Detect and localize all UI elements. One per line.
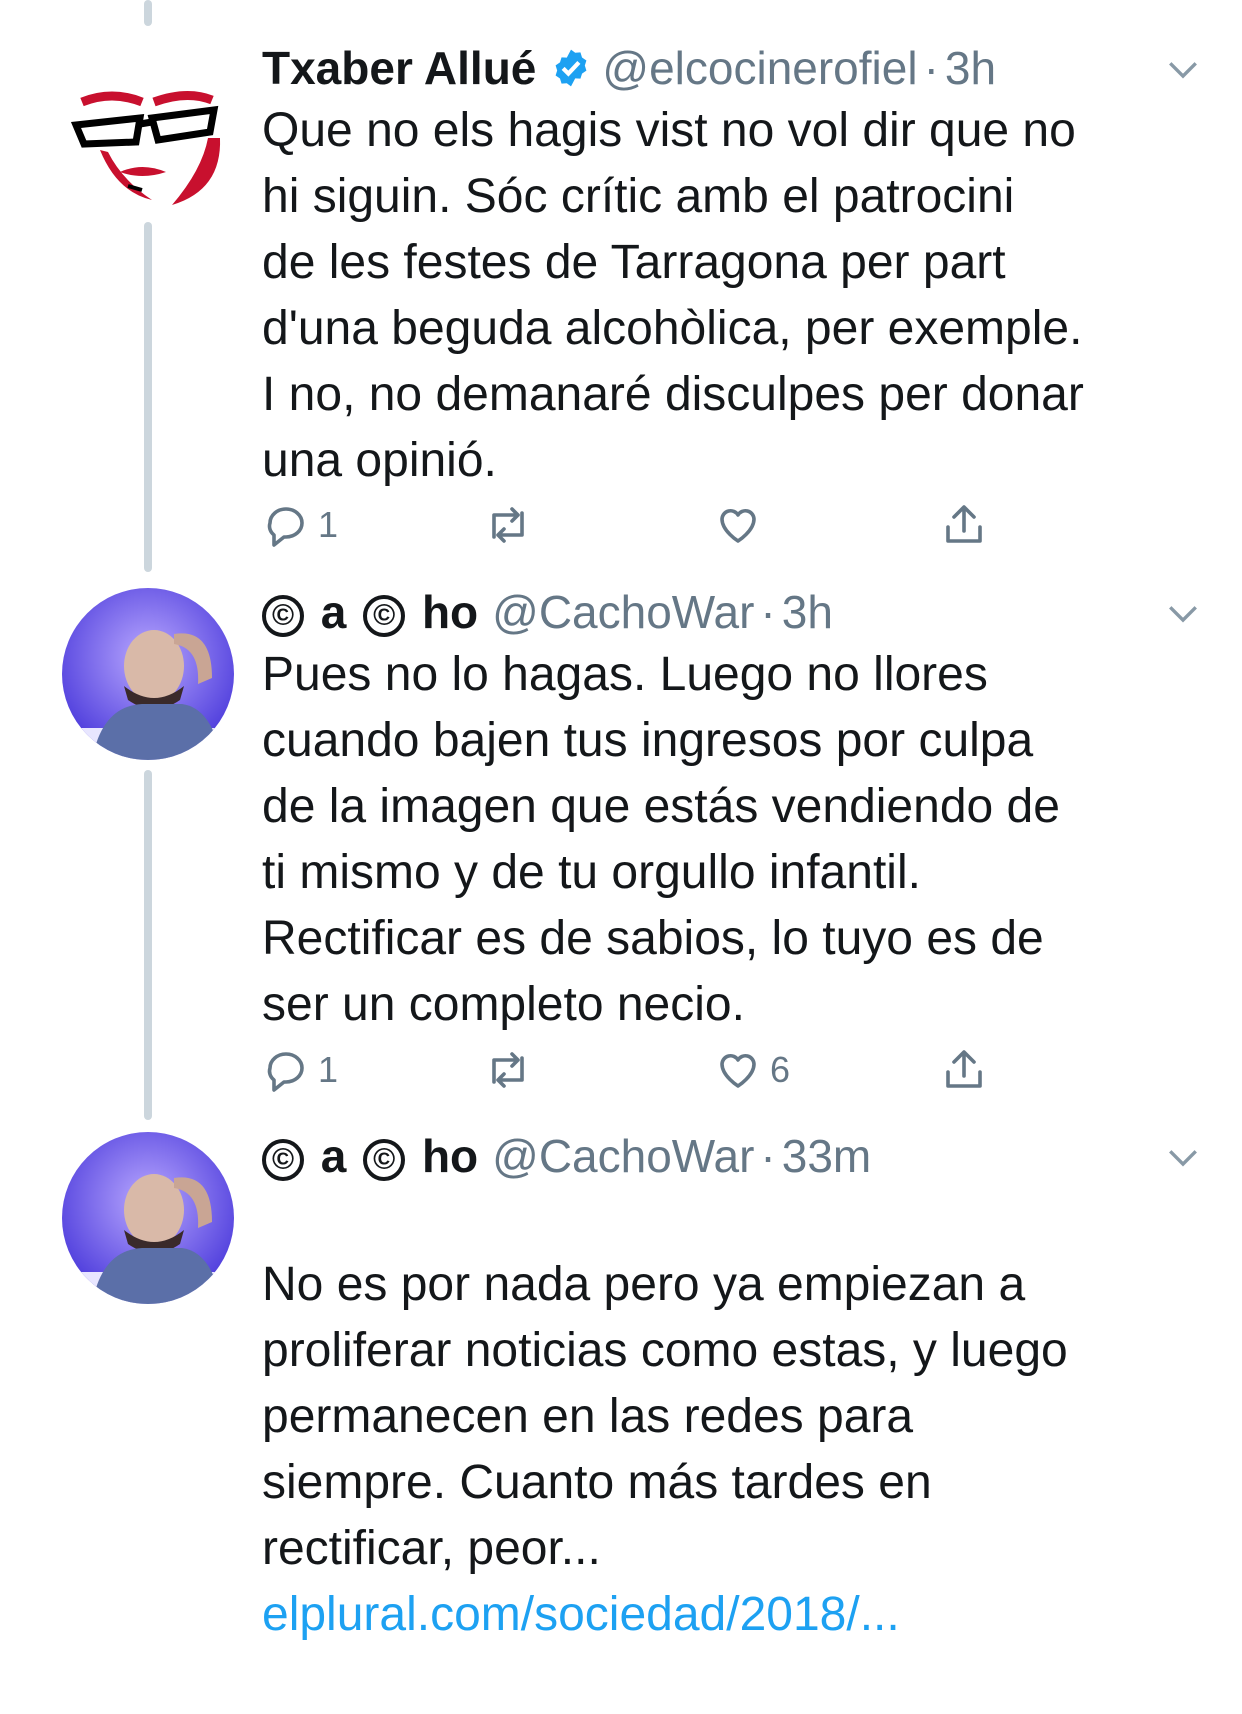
copyright-glyph: © [262, 1138, 304, 1181]
display-name[interactable]: Txaber Allué [262, 41, 536, 95]
tweet-header: © a © ho @CachoWar · 33m [262, 1126, 1172, 1186]
tweet-header: © a © ho @CachoWar · 3h [262, 582, 1172, 642]
thread-line-top [144, 0, 152, 26]
display-name[interactable]: © a © ho [262, 1129, 478, 1183]
timestamp[interactable]: 33m [782, 1129, 871, 1183]
reply-button[interactable]: 1 [262, 1042, 338, 1098]
chevron-down-icon[interactable] [1166, 596, 1200, 630]
like-icon [720, 1053, 756, 1088]
share-button[interactable] [940, 1042, 988, 1098]
tweet-text: No es por nada pero ya empiezan a prolif… [262, 1186, 1212, 1714]
separator: · [760, 586, 776, 638]
copyright-glyph: © [363, 1138, 406, 1181]
share-icon [946, 505, 982, 543]
avatar[interactable] [62, 588, 234, 760]
reply-icon [267, 1052, 304, 1092]
chevron-down-icon[interactable] [1166, 52, 1200, 86]
action-bar: 1 6 [262, 1042, 1062, 1098]
handle[interactable]: @CachoWar [492, 585, 754, 639]
timestamp[interactable]: 3h [945, 41, 996, 95]
timestamp[interactable]: 3h [782, 585, 833, 639]
thread-line-2 [144, 770, 152, 1120]
reply-count: 1 [318, 504, 339, 545]
reply-icon [267, 507, 304, 547]
handle[interactable]: @elcocinerofiel [602, 41, 917, 95]
retweet-button[interactable] [484, 1042, 540, 1098]
copyright-glyph: © [363, 594, 406, 637]
like-count: 6 [770, 1049, 791, 1090]
reply-button[interactable]: 1 [262, 497, 338, 553]
verified-badge-icon [555, 49, 587, 87]
thread-line-1 [144, 222, 152, 572]
display-name-part: ho [421, 586, 479, 638]
separator: · [760, 1130, 776, 1182]
retweet-icon [492, 507, 524, 543]
tweet-text: Que no els hagis vist no vol dir que no … [262, 104, 1084, 487]
share-icon [946, 1050, 982, 1088]
tweet-text: Pues no lo hagas. Luego no llores cuando… [262, 648, 1060, 1031]
like-button[interactable] [714, 497, 770, 553]
retweet-icon [492, 1052, 524, 1088]
display-name-part: a [320, 1130, 347, 1182]
tweet-text-content: No es por nada pero ya empiezan a prolif… [262, 1258, 1068, 1575]
display-name-part: ho [421, 1130, 479, 1182]
handle[interactable]: @CachoWar [492, 1129, 754, 1183]
separator: · [923, 42, 939, 94]
reply-count: 1 [318, 1049, 339, 1090]
display-name-part: a [320, 586, 347, 638]
like-button[interactable]: 6 [714, 1042, 790, 1098]
tweet-header: Txaber Allué @elcocinerofiel · 3h [262, 38, 1172, 98]
action-bar: 1 [262, 497, 1062, 553]
like-icon [720, 508, 756, 543]
avatar[interactable] [62, 40, 234, 212]
avatar[interactable] [62, 1132, 234, 1304]
display-name[interactable]: © a © ho [262, 585, 478, 639]
article-link[interactable]: elplural.com/sociedad/2018/... [262, 1582, 1212, 1648]
retweet-button[interactable] [484, 497, 540, 553]
chevron-down-icon[interactable] [1166, 1140, 1200, 1174]
copyright-glyph: © [262, 594, 304, 637]
share-button[interactable] [940, 497, 988, 553]
